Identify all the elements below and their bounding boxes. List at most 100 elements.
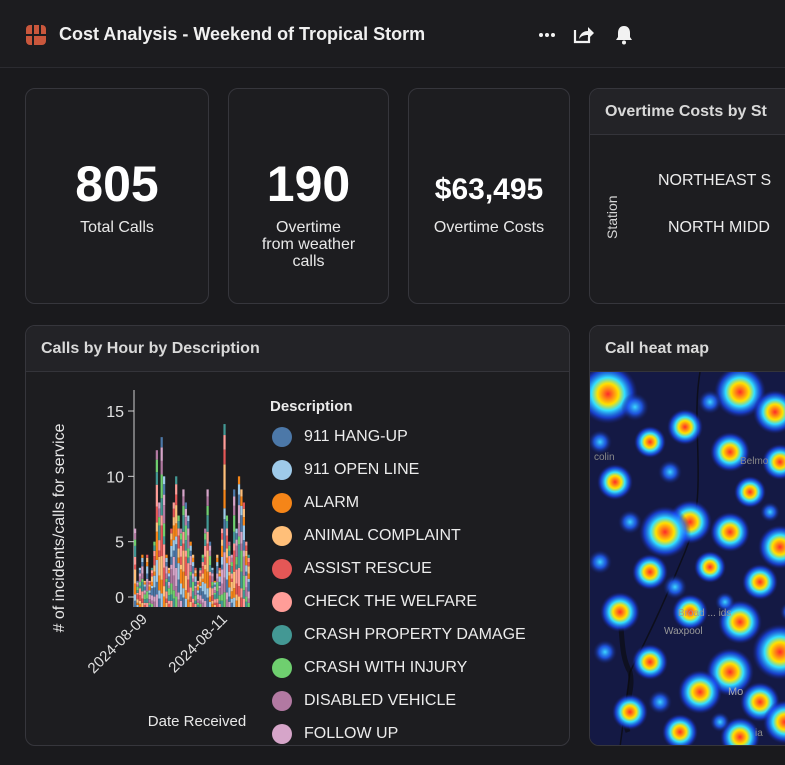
bar-segment[interactable] xyxy=(247,578,250,582)
bar-segment[interactable] xyxy=(177,557,180,564)
bar-segment[interactable] xyxy=(163,505,166,524)
bar-segment[interactable] xyxy=(233,531,236,544)
bar-segment[interactable] xyxy=(211,595,214,601)
bar-segment[interactable] xyxy=(179,564,183,570)
bar-segment[interactable] xyxy=(179,600,183,607)
bar-segment[interactable] xyxy=(201,578,204,582)
bar-segment[interactable] xyxy=(163,494,166,506)
bar-segment[interactable] xyxy=(225,521,229,529)
bar-segment[interactable] xyxy=(143,599,146,603)
bar-segment[interactable] xyxy=(184,508,187,518)
bar-segment[interactable] xyxy=(242,556,245,576)
bar-segment[interactable] xyxy=(143,584,146,587)
bar-segment[interactable] xyxy=(153,541,156,546)
bar-segment[interactable] xyxy=(228,550,231,557)
bar-segment[interactable] xyxy=(230,562,233,567)
bar-segment[interactable] xyxy=(150,567,154,571)
bar-segment[interactable] xyxy=(141,573,144,579)
bar-segment[interactable] xyxy=(194,595,197,601)
bar-segment[interactable] xyxy=(184,540,187,551)
bar-segment[interactable] xyxy=(228,556,231,566)
bar-segment[interactable] xyxy=(245,565,248,572)
bar-segment[interactable] xyxy=(158,598,161,607)
bar-segment[interactable] xyxy=(235,539,238,546)
bar-segment[interactable] xyxy=(182,597,185,607)
bar-segment[interactable] xyxy=(141,566,144,574)
bar-segment[interactable] xyxy=(237,494,241,506)
bar-segment[interactable] xyxy=(148,604,151,607)
bar-segment[interactable] xyxy=(216,562,219,567)
bar-segment[interactable] xyxy=(228,571,231,576)
bar-segment[interactable] xyxy=(163,596,166,607)
bar-segment[interactable] xyxy=(216,566,219,574)
bar-segment[interactable] xyxy=(175,494,178,506)
bar-segment[interactable] xyxy=(196,604,200,607)
bar-segment[interactable] xyxy=(225,592,229,600)
bar-segment[interactable] xyxy=(216,581,219,592)
bar-segment[interactable] xyxy=(160,556,163,580)
bar-segment[interactable] xyxy=(194,585,197,589)
bar-segment[interactable] xyxy=(247,554,250,558)
bar-segment[interactable] xyxy=(153,596,156,602)
bar-segment[interactable] xyxy=(211,600,214,604)
bar-segment[interactable] xyxy=(235,594,238,601)
bar-segment[interactable] xyxy=(184,550,187,557)
bar-segment[interactable] xyxy=(134,539,137,546)
bar-segment[interactable] xyxy=(187,515,190,522)
bar-segment[interactable] xyxy=(218,567,221,571)
bar-segment[interactable] xyxy=(136,599,139,603)
bar-segment[interactable] xyxy=(160,460,163,475)
bar-segment[interactable] xyxy=(194,600,197,604)
bar-segment[interactable] xyxy=(175,484,178,495)
bar-segment[interactable] xyxy=(196,592,200,595)
bar-segment[interactable] xyxy=(179,539,183,546)
bar-segment[interactable] xyxy=(172,502,175,509)
bar-segment[interactable] xyxy=(177,592,180,600)
bar-segment[interactable] xyxy=(182,515,185,532)
bar-segment[interactable] xyxy=(237,544,241,568)
bar-segment[interactable] xyxy=(211,581,214,586)
bar-segment[interactable] xyxy=(172,598,175,607)
bar-segment[interactable] xyxy=(247,562,250,567)
bar-segment[interactable] xyxy=(216,602,219,607)
bar-segment[interactable] xyxy=(136,602,139,605)
bar-segment[interactable] xyxy=(158,540,161,551)
bar-segment[interactable] xyxy=(245,601,248,607)
bar-segment[interactable] xyxy=(146,602,149,607)
bar-segment[interactable] xyxy=(148,592,151,595)
bar-segment[interactable] xyxy=(245,550,248,557)
bar-segment[interactable] xyxy=(175,505,178,524)
bar-segment[interactable] xyxy=(225,579,229,593)
bar-segment[interactable] xyxy=(148,602,151,605)
bar-segment[interactable] xyxy=(225,548,229,558)
bar-segment[interactable] xyxy=(204,569,207,584)
bar-segment[interactable] xyxy=(177,579,180,593)
bar-segment[interactable] xyxy=(194,588,197,596)
bar-segment[interactable] xyxy=(199,600,202,604)
bar-segment[interactable] xyxy=(208,575,212,588)
bar-segment[interactable] xyxy=(138,567,142,571)
bar-segment[interactable] xyxy=(196,582,200,585)
bar-segment[interactable] xyxy=(155,581,158,595)
bar-segment[interactable] xyxy=(211,570,214,574)
bar-segment[interactable] xyxy=(175,523,178,537)
bar-segment[interactable] xyxy=(242,525,245,541)
bar-segment[interactable] xyxy=(177,563,180,580)
bar-segment[interactable] xyxy=(230,591,233,599)
bar-segment[interactable] xyxy=(201,566,204,574)
bar-segment[interactable] xyxy=(143,586,146,591)
bar-segment[interactable] xyxy=(167,588,171,596)
bar-segment[interactable] xyxy=(184,525,187,541)
bar-segment[interactable] xyxy=(134,569,137,584)
bar-segment[interactable] xyxy=(218,570,221,574)
bar-segment[interactable] xyxy=(216,573,219,579)
bar-segment[interactable] xyxy=(153,556,156,566)
bar-segment[interactable] xyxy=(189,587,192,597)
bar-segment[interactable] xyxy=(237,567,241,587)
bar-segment[interactable] xyxy=(240,496,243,506)
bar-segment[interactable] xyxy=(179,583,183,595)
bar-segment[interactable] xyxy=(216,591,219,599)
bar-segment[interactable] xyxy=(192,578,195,582)
bar-segment[interactable] xyxy=(175,567,178,587)
bar-segment[interactable] xyxy=(158,508,161,518)
